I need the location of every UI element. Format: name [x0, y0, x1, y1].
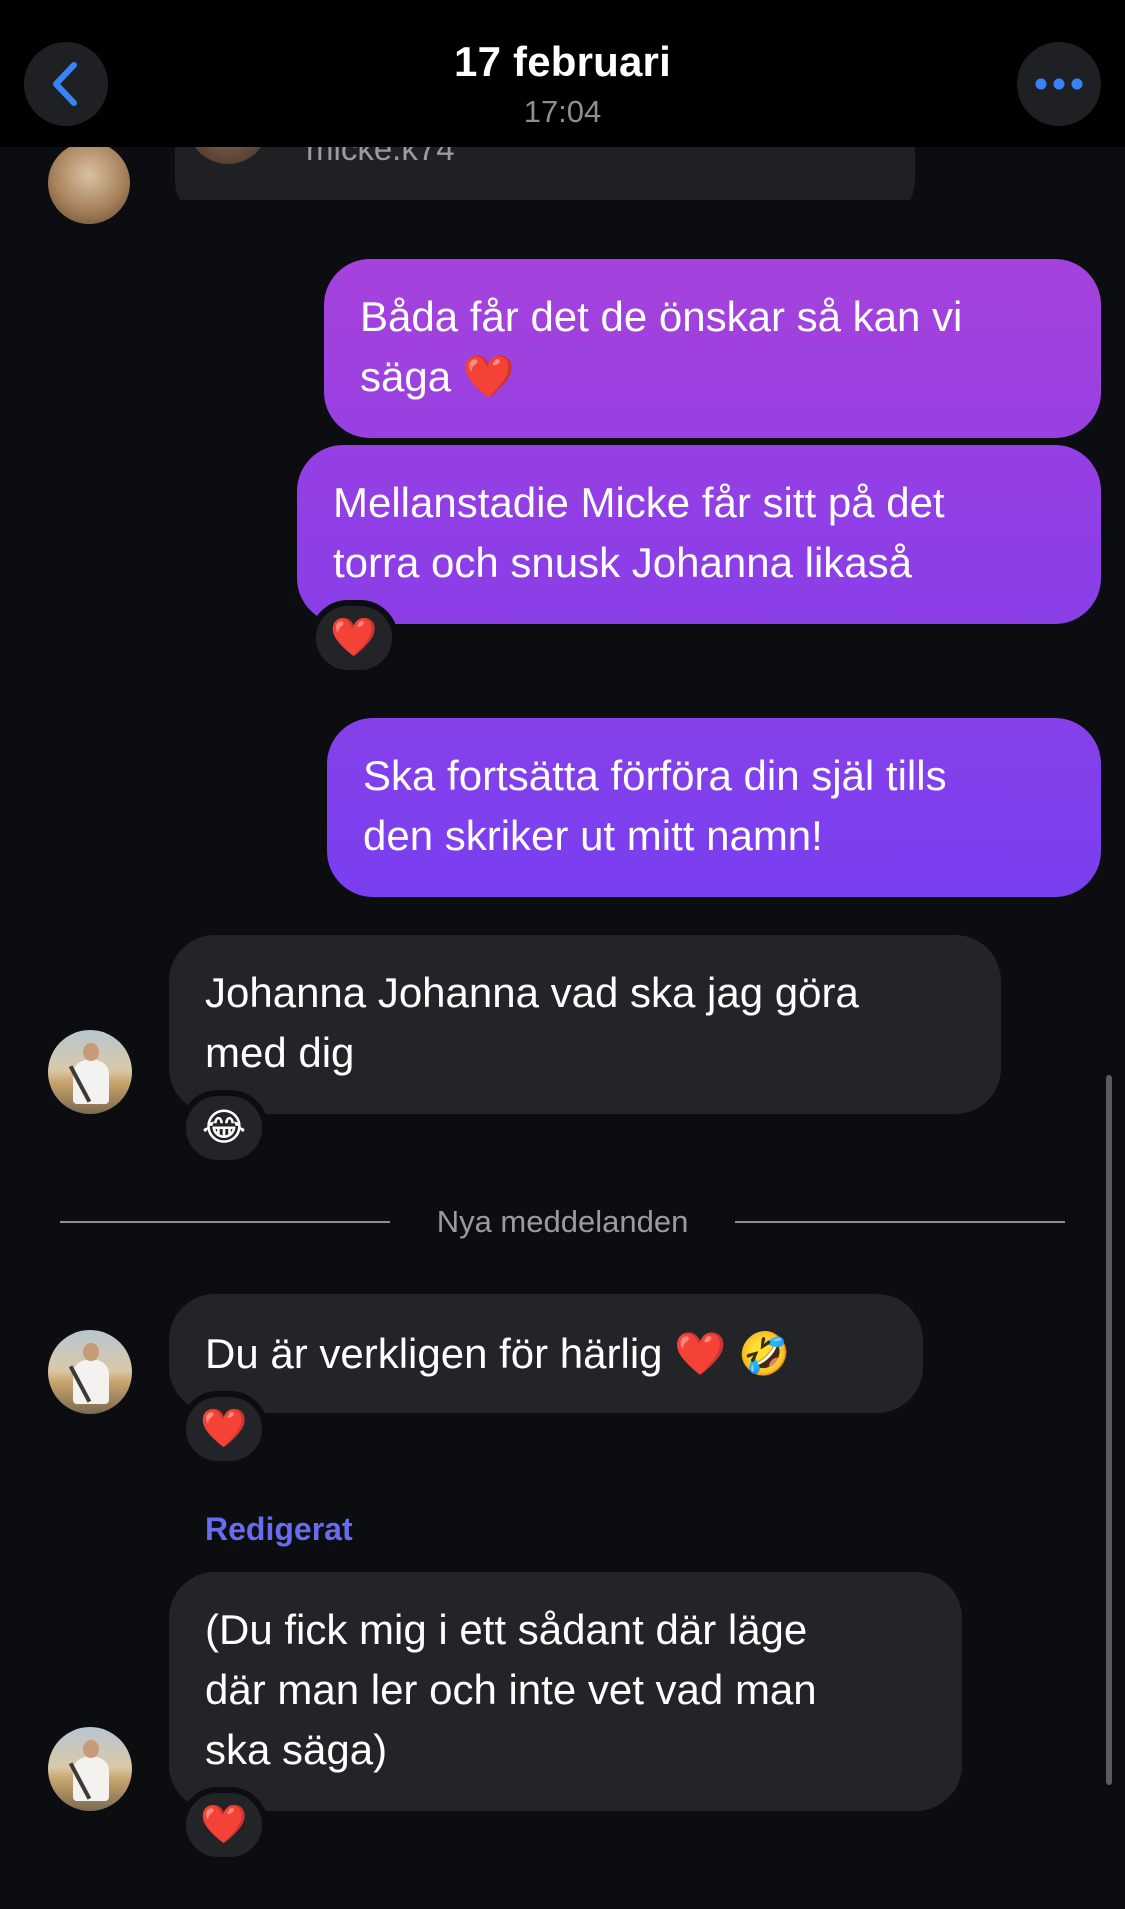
more-options-button[interactable] [1017, 42, 1101, 126]
heart-icon: ❤️ [200, 1408, 248, 1450]
sent-message-bubble[interactable]: Ska fortsätta förföra din själ tills den… [327, 718, 1101, 897]
chat-time: 17:04 [523, 94, 602, 129]
separator-line-left [60, 1221, 390, 1223]
avatar[interactable] [48, 1030, 132, 1114]
chat-header: 17 februari 17:04 [0, 0, 1125, 147]
new-messages-separator: Nya meddelanden [436, 1204, 689, 1239]
sent-message-bubble[interactable]: Båda får det de önskar så kan vi säga ❤️ [324, 259, 1101, 438]
chat-screen: 17 februari 17:04 micke.k74 Båda får det… [0, 0, 1125, 1909]
reaction-badge[interactable]: ❤️ [180, 1787, 268, 1863]
received-message-bubble[interactable]: Johanna Johanna vad ska jag göra med dig [169, 935, 1001, 1114]
heart-icon: ❤️ [200, 1804, 248, 1846]
received-message-bubble[interactable]: (Du fick mig i ett sådant där läge där m… [169, 1572, 962, 1811]
reaction-badge[interactable]: 😂 [180, 1090, 268, 1166]
received-message-bubble[interactable]: Du är verkligen för härlig ❤️ 🤣 [169, 1294, 923, 1413]
separator-line-right [735, 1221, 1065, 1223]
chat-date-title: 17 februari [454, 38, 671, 85]
remnant-mask [0, 200, 1125, 260]
laughing-emoji-icon: 😂 [201, 1107, 247, 1149]
sent-message-bubble[interactable]: Mellanstadie Micke får sitt på det torra… [297, 445, 1101, 624]
scrollbar[interactable] [1106, 1075, 1112, 1785]
reaction-badge[interactable]: ❤️ [180, 1391, 268, 1467]
edited-label: Redigerat [205, 1511, 353, 1547]
ellipsis-icon [1035, 78, 1083, 90]
avatar[interactable] [48, 1330, 132, 1414]
heart-icon: ❤️ [330, 617, 378, 659]
avatar[interactable] [48, 142, 130, 224]
avatar[interactable] [48, 1727, 132, 1811]
reaction-badge[interactable]: ❤️ [310, 600, 398, 676]
